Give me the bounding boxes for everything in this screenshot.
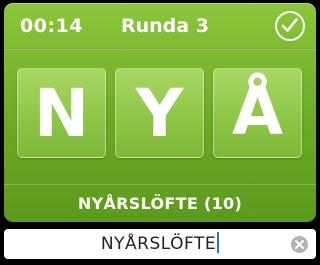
letter-tile-1[interactable]: N bbox=[17, 68, 106, 158]
found-word: NYÅRSLÖFTE (10) bbox=[77, 194, 243, 213]
letter-tiles: N Y Å bbox=[4, 68, 316, 160]
word-input[interactable]: NYÅRSLÖFTE bbox=[4, 229, 316, 259]
done-button[interactable] bbox=[275, 11, 305, 41]
clear-icon bbox=[295, 240, 304, 249]
round-title: Runda 3 bbox=[121, 15, 209, 37]
header-divider bbox=[4, 48, 316, 50]
letter-tile-label: Y bbox=[135, 75, 184, 152]
text-caret bbox=[217, 231, 220, 253]
header-bar: 00:14 Runda 3 bbox=[4, 3, 316, 48]
letter-tile-2[interactable]: Y bbox=[115, 68, 204, 158]
letter-tile-label: N bbox=[33, 75, 90, 152]
clear-button[interactable] bbox=[291, 236, 308, 253]
word-input-value: NYÅRSLÖFTE bbox=[100, 234, 217, 254]
game-screen: 00:14 Runda 3 N Y Å NYÅRSLÖFTE (10) NYÅR… bbox=[0, 0, 320, 265]
letter-tile-label: Å bbox=[231, 73, 284, 150]
word-input-field[interactable]: NYÅRSLÖFTE bbox=[4, 229, 316, 259]
game-panel: 00:14 Runda 3 N Y Å NYÅRSLÖFTE (10) bbox=[4, 3, 316, 222]
letter-tile-3[interactable]: Å bbox=[213, 68, 302, 158]
check-circle-icon bbox=[281, 18, 298, 32]
timer: 00:14 bbox=[20, 15, 83, 37]
